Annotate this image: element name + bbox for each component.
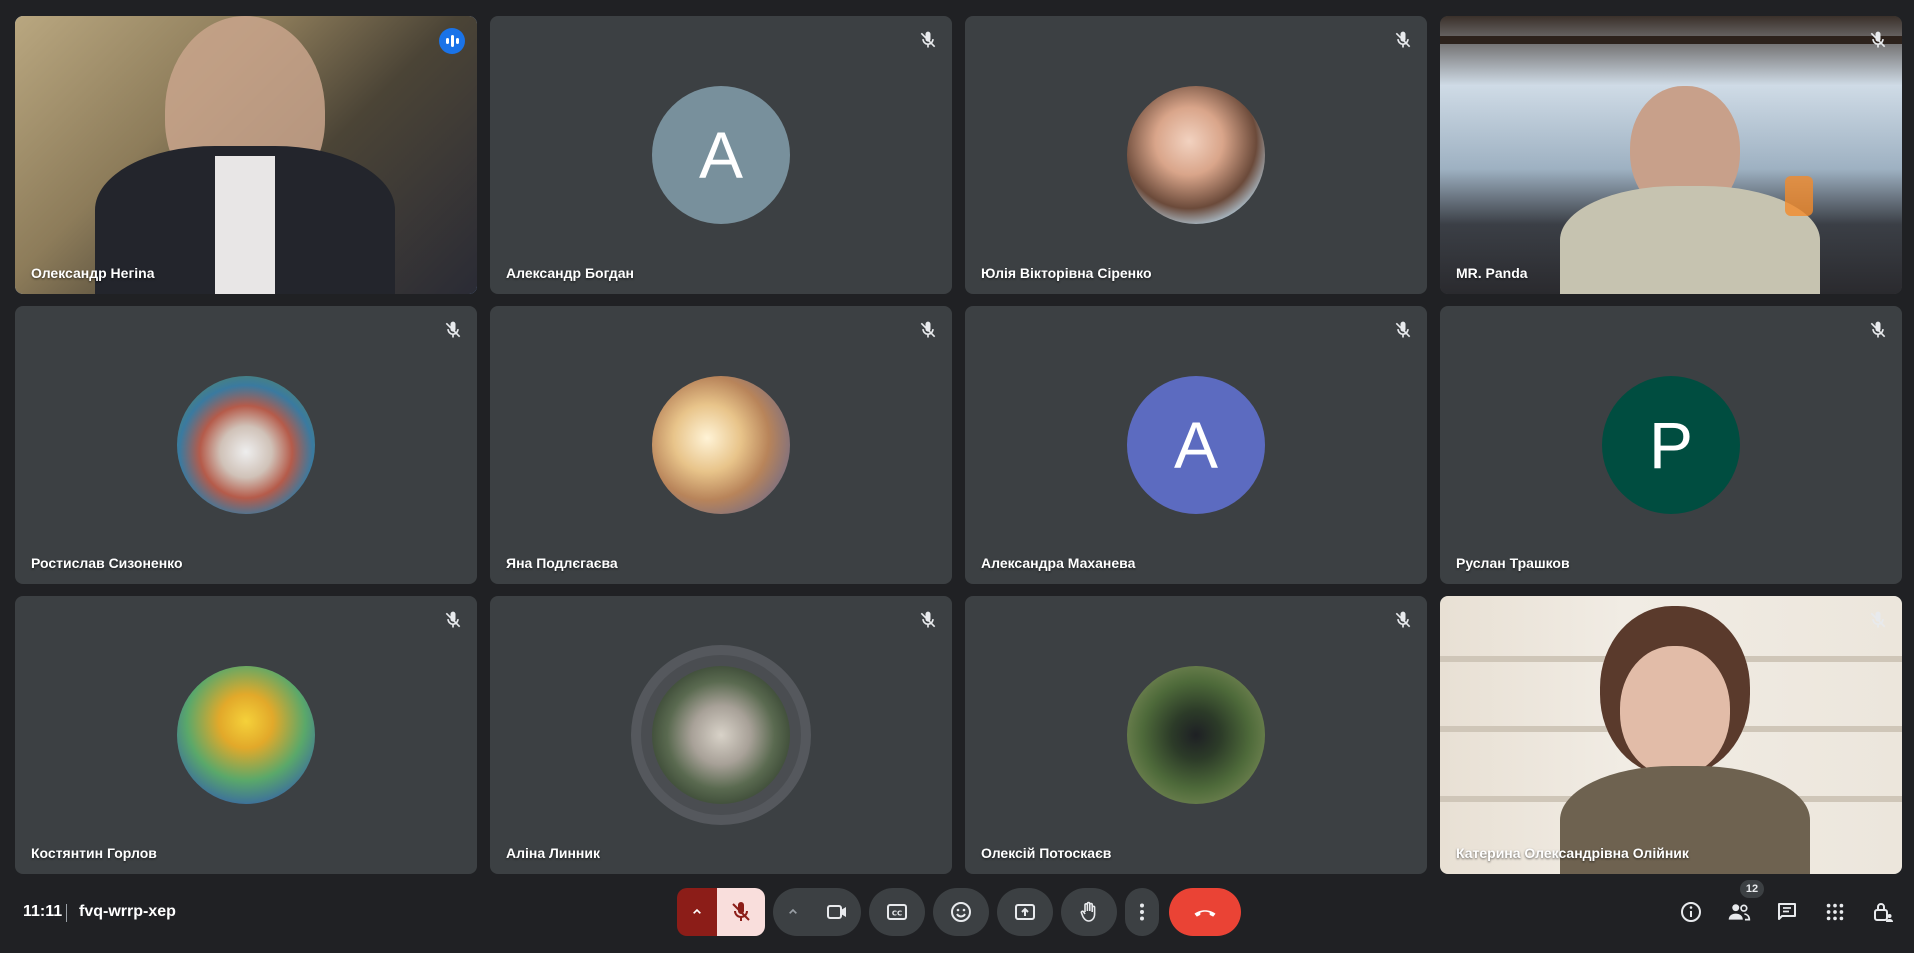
info-icon xyxy=(1681,902,1701,922)
svg-text:CC: CC xyxy=(892,910,902,918)
mic-off-icon xyxy=(1395,31,1411,48)
mic-toggle-button[interactable] xyxy=(717,888,765,936)
divider xyxy=(66,904,67,922)
mic-off-icon xyxy=(732,902,750,921)
hang-up-icon xyxy=(1194,910,1216,917)
participant-tile[interactable]: Яна Подлєгаєва xyxy=(490,306,952,584)
captions-button[interactable]: CC xyxy=(869,888,925,936)
video-options-button[interactable] xyxy=(773,904,813,920)
reactions-button[interactable] xyxy=(933,888,989,936)
avatar xyxy=(652,376,790,514)
participant-video xyxy=(15,16,477,294)
participant-name: Костянтин Горлов xyxy=(31,845,157,861)
participant-tile[interactable]: A Александр Богдан xyxy=(490,16,952,294)
microphone-control xyxy=(677,888,765,936)
chevron-up-icon xyxy=(693,908,701,914)
participant-name: Руслан Трашков xyxy=(1456,555,1570,571)
participant-tile[interactable]: Олексій Потоскаєв xyxy=(965,596,1427,874)
present-screen-button[interactable] xyxy=(997,888,1053,936)
participant-tile[interactable]: Катерина Олександрівна Олійник xyxy=(1440,596,1902,874)
participant-grid: Олександр Негіna A Александр Богдан Юлія… xyxy=(15,16,1902,874)
mic-off-icon xyxy=(920,611,936,628)
participant-name: Яна Подлєгаєва xyxy=(506,555,618,571)
emoji-icon xyxy=(951,902,971,922)
apps-grid-icon xyxy=(1826,903,1844,921)
participant-name: MR. Panda xyxy=(1456,265,1528,281)
avatar xyxy=(1127,666,1265,804)
participant-tile[interactable]: Ростислав Сизоненко xyxy=(15,306,477,584)
captions-icon: CC xyxy=(887,904,907,920)
participant-video xyxy=(1440,596,1902,874)
participant-name: Аліна Линник xyxy=(506,845,600,861)
mic-off-icon xyxy=(920,321,936,338)
letter-avatar: P xyxy=(1602,376,1740,514)
mic-off-icon xyxy=(1870,611,1886,628)
meeting-details-button[interactable] xyxy=(1677,898,1705,926)
mic-off-icon xyxy=(920,31,936,48)
participant-tile[interactable]: Костянтин Горлов xyxy=(15,596,477,874)
audio-options-button[interactable] xyxy=(677,888,717,936)
participant-name: Александр Богдан xyxy=(506,265,634,281)
avatar xyxy=(177,666,315,804)
participant-tile[interactable]: Олександр Негіna xyxy=(15,16,477,294)
participant-name: Александра Маханева xyxy=(981,555,1136,571)
participant-name: Олександр Негіna xyxy=(31,265,155,281)
chat-button[interactable] xyxy=(1773,898,1801,926)
participant-tile[interactable]: MR. Panda xyxy=(1440,16,1902,294)
camera-icon xyxy=(827,905,846,919)
chat-icon xyxy=(1778,903,1796,920)
camera-toggle-button[interactable] xyxy=(813,900,861,924)
activities-button[interactable] xyxy=(1821,898,1849,926)
hand-icon xyxy=(1080,901,1096,922)
avatar xyxy=(1127,86,1265,224)
host-controls-button[interactable] xyxy=(1869,898,1897,926)
meeting-time: 11:11 xyxy=(23,903,63,920)
participant-name: Олексій Потоскаєв xyxy=(981,845,1112,861)
speaking-indicator-icon xyxy=(439,28,465,54)
mic-off-icon xyxy=(1870,321,1886,338)
participant-tile[interactable]: Юлія Вікторівна Сіренко xyxy=(965,16,1427,294)
participant-name: Ростислав Сизоненко xyxy=(31,555,183,571)
letter-avatar: A xyxy=(1127,376,1265,514)
more-options-button[interactable] xyxy=(1125,888,1159,936)
participant-video xyxy=(1440,16,1902,294)
mic-off-icon xyxy=(1395,611,1411,628)
participant-name: Катерина Олександрівна Олійник xyxy=(1456,845,1689,861)
mic-off-icon xyxy=(1870,31,1886,48)
participant-tile[interactable]: Аліна Линник xyxy=(490,596,952,874)
avatar xyxy=(177,376,315,514)
raise-hand-button[interactable] xyxy=(1061,888,1117,936)
chevron-up-icon xyxy=(789,908,797,914)
participant-tile[interactable]: A Александра Маханева xyxy=(965,306,1427,584)
letter-avatar: A xyxy=(652,86,790,224)
mic-off-icon xyxy=(445,321,461,338)
meeting-code: fvq-wrrp-xep xyxy=(79,903,176,920)
participant-count-badge: 12 xyxy=(1740,880,1764,898)
people-button[interactable] xyxy=(1725,898,1753,926)
leave-call-button[interactable] xyxy=(1169,888,1241,936)
mic-off-icon xyxy=(445,611,461,628)
people-icon xyxy=(1728,904,1751,921)
participant-tile[interactable]: P Руслан Трашков xyxy=(1440,306,1902,584)
avatar xyxy=(652,666,790,804)
camera-control xyxy=(773,888,861,936)
more-vert-icon xyxy=(1140,903,1144,921)
participant-name: Юлія Вікторівна Сіренко xyxy=(981,265,1152,281)
bottom-toolbar: 11:11 fvq-wrrp-xep CC 12 xyxy=(0,880,1914,953)
mic-off-icon xyxy=(1395,321,1411,338)
lock-person-icon xyxy=(1874,903,1893,922)
present-screen-icon xyxy=(1015,904,1035,920)
